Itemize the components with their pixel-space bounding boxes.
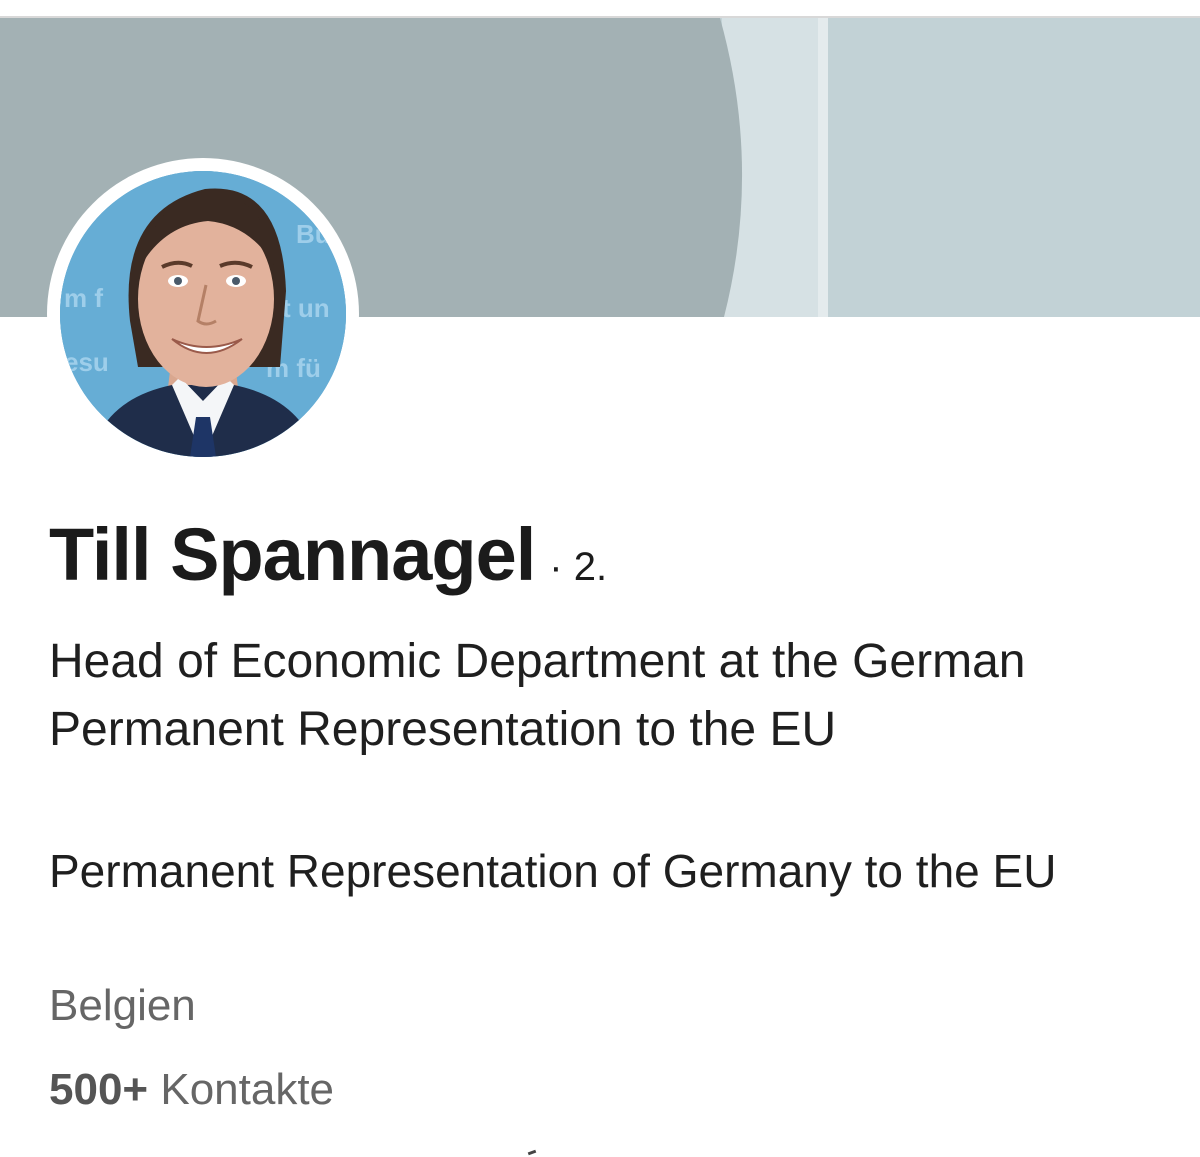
avatar-bg-text: m f xyxy=(64,283,103,313)
profile-location: Belgien xyxy=(49,981,196,1030)
connections-label: Kontakte xyxy=(160,1065,335,1114)
current-company[interactable]: Permanent Representation of Germany to t… xyxy=(49,840,1149,902)
profile-name[interactable]: Till Spannagel xyxy=(49,512,536,597)
avatar-bg-text: t un xyxy=(282,293,330,323)
scroll-indicator xyxy=(527,1149,537,1156)
profile-page: Bu m f t un esu m fü Till Spannagel · 2.… xyxy=(0,0,1200,1157)
avatar[interactable]: Bu m f t un esu m fü xyxy=(60,171,346,457)
connections-count[interactable]: 500+ Kontakte xyxy=(49,1062,334,1118)
connections-number: 500+ xyxy=(49,1065,149,1114)
profile-headline: Head of Economic Department at the Germa… xyxy=(49,635,1026,756)
profile-name-row: Till Spannagel · 2. xyxy=(49,512,607,597)
connection-degree: · 2. xyxy=(549,545,608,589)
